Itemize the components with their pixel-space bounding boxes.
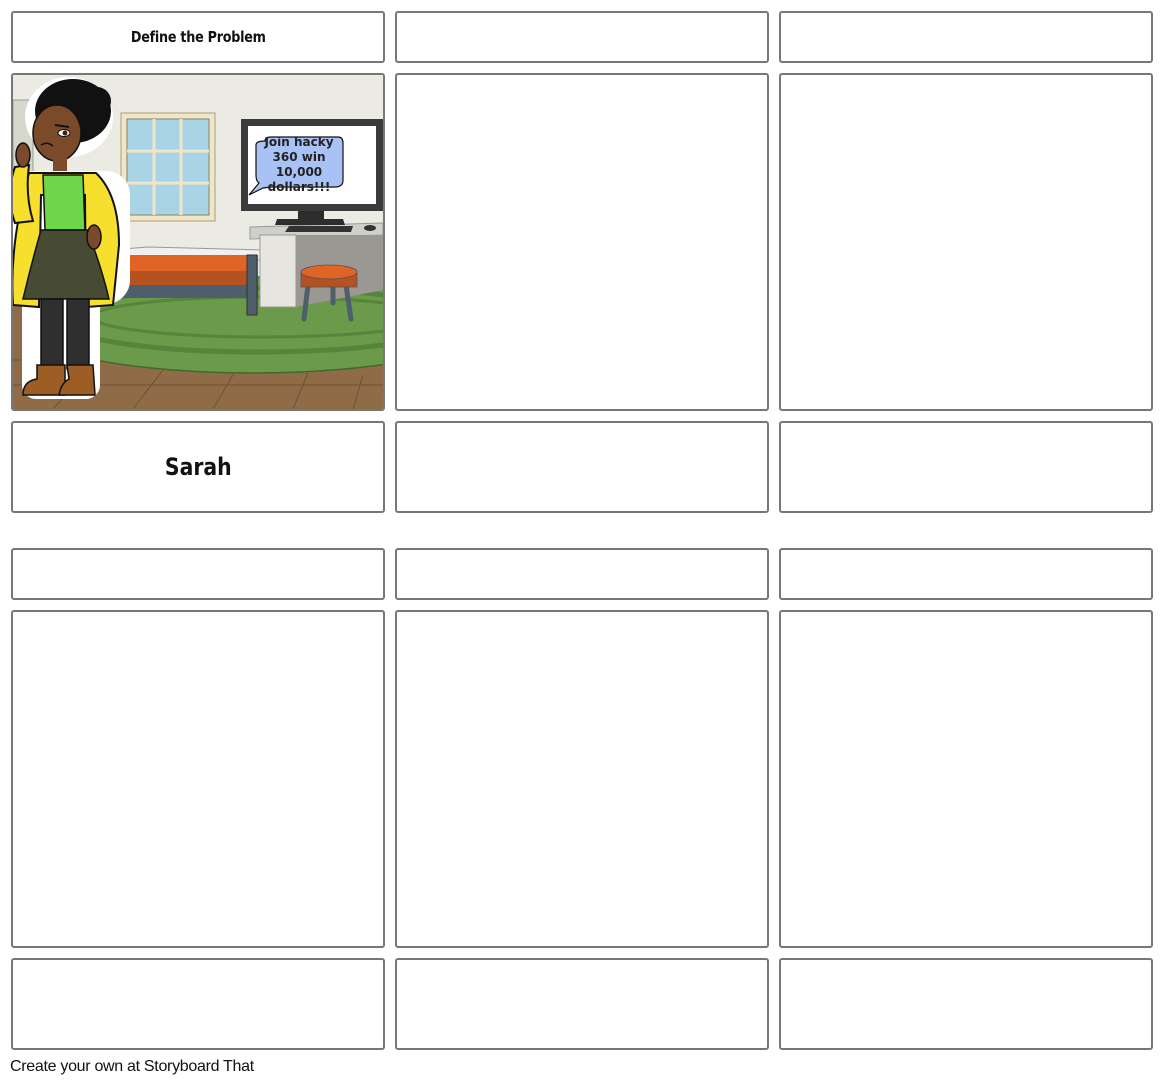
window (120, 112, 216, 222)
panel-description-3[interactable] (779, 421, 1153, 513)
panel-title-3[interactable] (779, 11, 1153, 63)
panel-description-6[interactable] (779, 958, 1153, 1050)
panel-title-5[interactable] (395, 548, 769, 600)
panel-scene-6[interactable] (779, 610, 1153, 948)
panel-title-text: Define the Problem (130, 28, 266, 46)
panel-description-4[interactable] (11, 958, 385, 1050)
panel-description-2[interactable] (395, 421, 769, 513)
panel-scene-2[interactable] (395, 73, 769, 411)
scene-illustration: Join hacky 360 win 10,000 dollars!!! (13, 75, 383, 409)
panel-scene-1[interactable]: Join hacky 360 win 10,000 dollars!!! (11, 73, 385, 411)
speech-bubble-line: Join hacky (263, 135, 333, 149)
panel-title-6[interactable] (779, 548, 1153, 600)
speech-bubble: Join hacky 360 win 10,000 dollars!!! (248, 135, 344, 196)
panel-description-1[interactable]: Sarah (11, 421, 385, 513)
footer-credit-link[interactable]: Create your own at Storyboard That (10, 1058, 254, 1076)
panel-description-text: Sarah (164, 453, 232, 481)
panel-title-1[interactable]: Define the Problem (11, 11, 385, 63)
panel-scene-5[interactable] (395, 610, 769, 948)
panel-description-5[interactable] (395, 958, 769, 1050)
speech-bubble-line: 10,000 (276, 165, 322, 179)
speech-bubble-line: 360 win (273, 150, 326, 164)
panel-scene-3[interactable] (779, 73, 1153, 411)
panel-scene-4[interactable] (11, 610, 385, 948)
panel-title-2[interactable] (395, 11, 769, 63)
panel-title-4[interactable] (11, 548, 385, 600)
speech-bubble-line: dollars!!! (268, 180, 331, 194)
